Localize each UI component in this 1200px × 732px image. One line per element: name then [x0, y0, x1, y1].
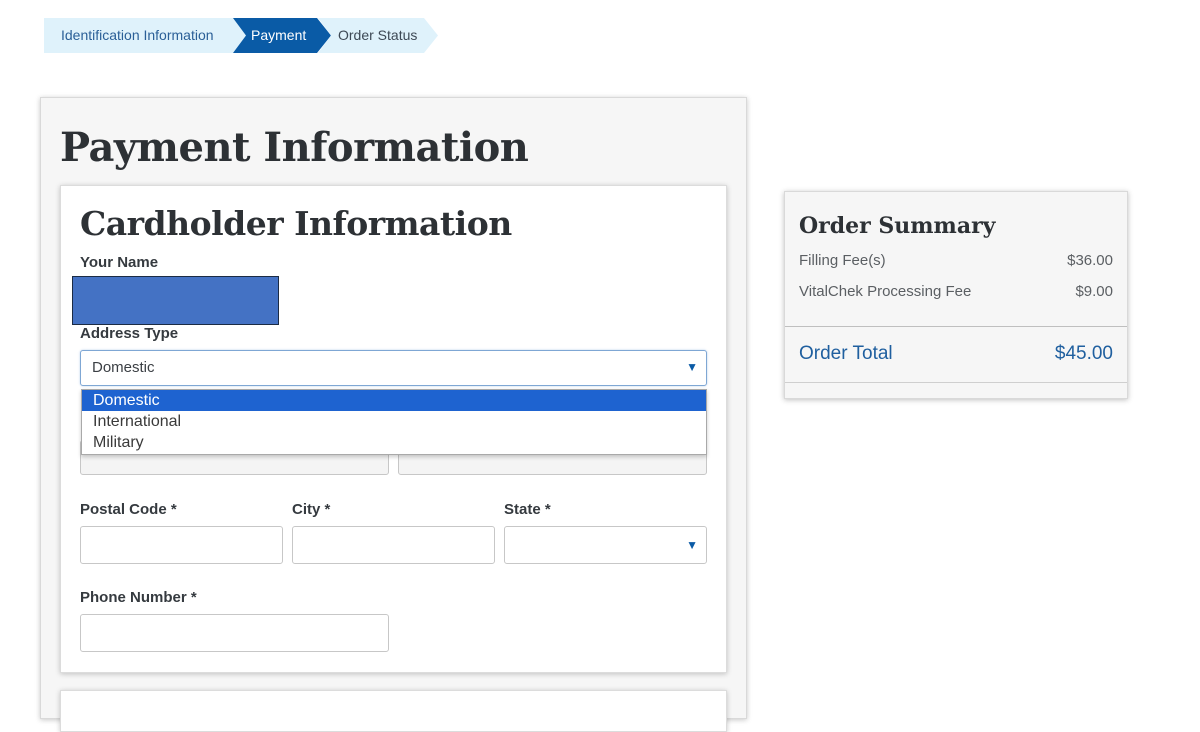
- page-title: Payment Information: [60, 124, 529, 171]
- city-input[interactable]: [292, 526, 495, 564]
- step-label: Payment: [251, 27, 307, 43]
- option-international[interactable]: International: [82, 411, 706, 432]
- step-payment[interactable]: Payment: [233, 18, 331, 53]
- line-item-amount: $9.00: [1075, 283, 1113, 300]
- payment-panel: Payment Information Cardholder Informati…: [40, 97, 747, 732]
- caret-down-icon: ▼: [686, 538, 698, 552]
- cardholder-card: Cardholder Information Your Name Address…: [60, 185, 727, 673]
- order-total: Order Total $45.00: [799, 343, 1113, 365]
- summary-divider: [785, 382, 1127, 383]
- line-item-amount: $36.00: [1067, 252, 1113, 269]
- phone-number-input[interactable]: [80, 614, 389, 652]
- step-identification-information[interactable]: Identification Information: [44, 18, 248, 53]
- address-type-label: Address Type: [80, 325, 179, 342]
- step-order-status[interactable]: Order Status: [318, 18, 438, 53]
- state-select[interactable]: ▼: [504, 526, 707, 564]
- order-summary-title: Order Summary: [799, 213, 996, 239]
- step-label: Order Status: [338, 27, 418, 43]
- order-summary: Order Summary Filling Fee(s) $36.00 Vita…: [784, 191, 1128, 399]
- option-domestic[interactable]: Domestic: [82, 390, 706, 411]
- next-card: [60, 690, 727, 732]
- summary-divider: [785, 326, 1127, 327]
- step-label: Identification Information: [61, 27, 214, 43]
- postal-code-input[interactable]: [80, 526, 283, 564]
- line-item-label: Filling Fee(s): [799, 252, 886, 269]
- postal-code-label: Postal Code *: [80, 501, 177, 518]
- line-item-label: VitalChek Processing Fee: [799, 283, 972, 300]
- address-type-select[interactable]: Domestic ▼: [80, 350, 707, 386]
- your-name-label: Your Name: [80, 254, 159, 271]
- summary-line-item: VitalChek Processing Fee $9.00: [799, 283, 1113, 300]
- caret-down-icon: ▼: [686, 360, 698, 374]
- phone-number-label: Phone Number *: [80, 589, 197, 606]
- city-label: City *: [292, 501, 331, 518]
- address-type-value: Domestic: [92, 359, 155, 376]
- name-redaction: [72, 276, 279, 325]
- option-military[interactable]: Military: [82, 432, 706, 453]
- order-total-label: Order Total: [799, 343, 893, 364]
- address-type-dropdown: Domestic International Military: [81, 389, 707, 455]
- order-total-amount: $45.00: [1054, 343, 1113, 364]
- cardholder-title: Cardholder Information: [80, 204, 512, 243]
- summary-line-item: Filling Fee(s) $36.00: [799, 252, 1113, 269]
- state-label: State *: [504, 501, 551, 518]
